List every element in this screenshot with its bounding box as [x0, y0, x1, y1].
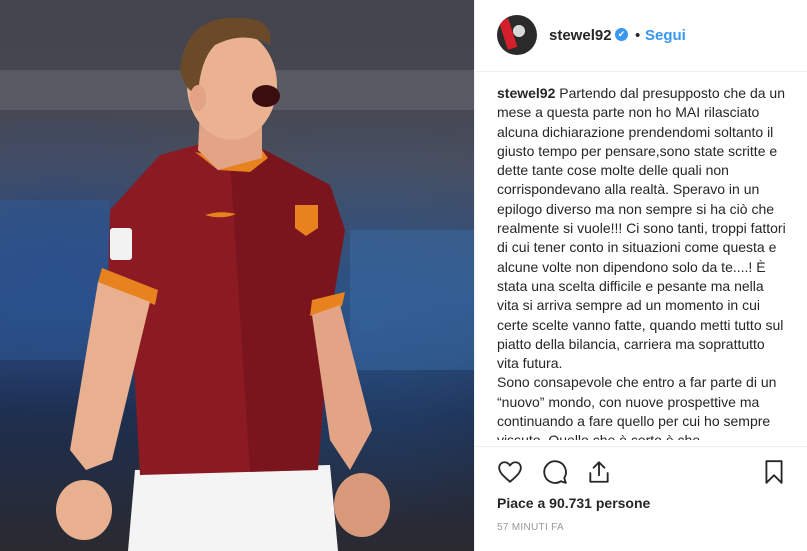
likes-count[interactable]: Piace a 90.731 persone — [497, 495, 650, 511]
comment-icon[interactable] — [542, 459, 568, 485]
username-link[interactable]: stewel92 — [549, 27, 612, 44]
post-timestamp[interactable]: 57 MINUTI FA — [497, 522, 564, 533]
caption-text-1: Partendo dal presupposto che da un mese … — [497, 85, 786, 372]
avatar[interactable] — [497, 15, 537, 55]
post-header: stewel92 ✔ • Segui — [475, 0, 807, 72]
heart-icon[interactable] — [497, 459, 523, 485]
verified-badge-icon: ✔ — [615, 28, 628, 41]
post-details-panel: stewel92 ✔ • Segui stewel92 Partendo dal… — [474, 0, 807, 551]
separator-dot: • — [635, 27, 641, 44]
action-bar — [475, 446, 807, 496]
caption: stewel92 Partendo dal presupposto che da… — [497, 84, 787, 440]
player-illustration — [0, 0, 474, 551]
caption-text-2: Sono consapevole che entro a far parte d… — [497, 374, 777, 440]
post-photo[interactable] — [0, 0, 474, 551]
caption-paragraph: stewel92 Partendo dal presupposto che da… — [497, 84, 787, 373]
follow-button[interactable]: Segui — [645, 27, 686, 44]
caption-username-link[interactable]: stewel92 — [497, 85, 555, 101]
bookmark-icon[interactable] — [761, 459, 787, 485]
share-icon[interactable] — [586, 459, 612, 485]
